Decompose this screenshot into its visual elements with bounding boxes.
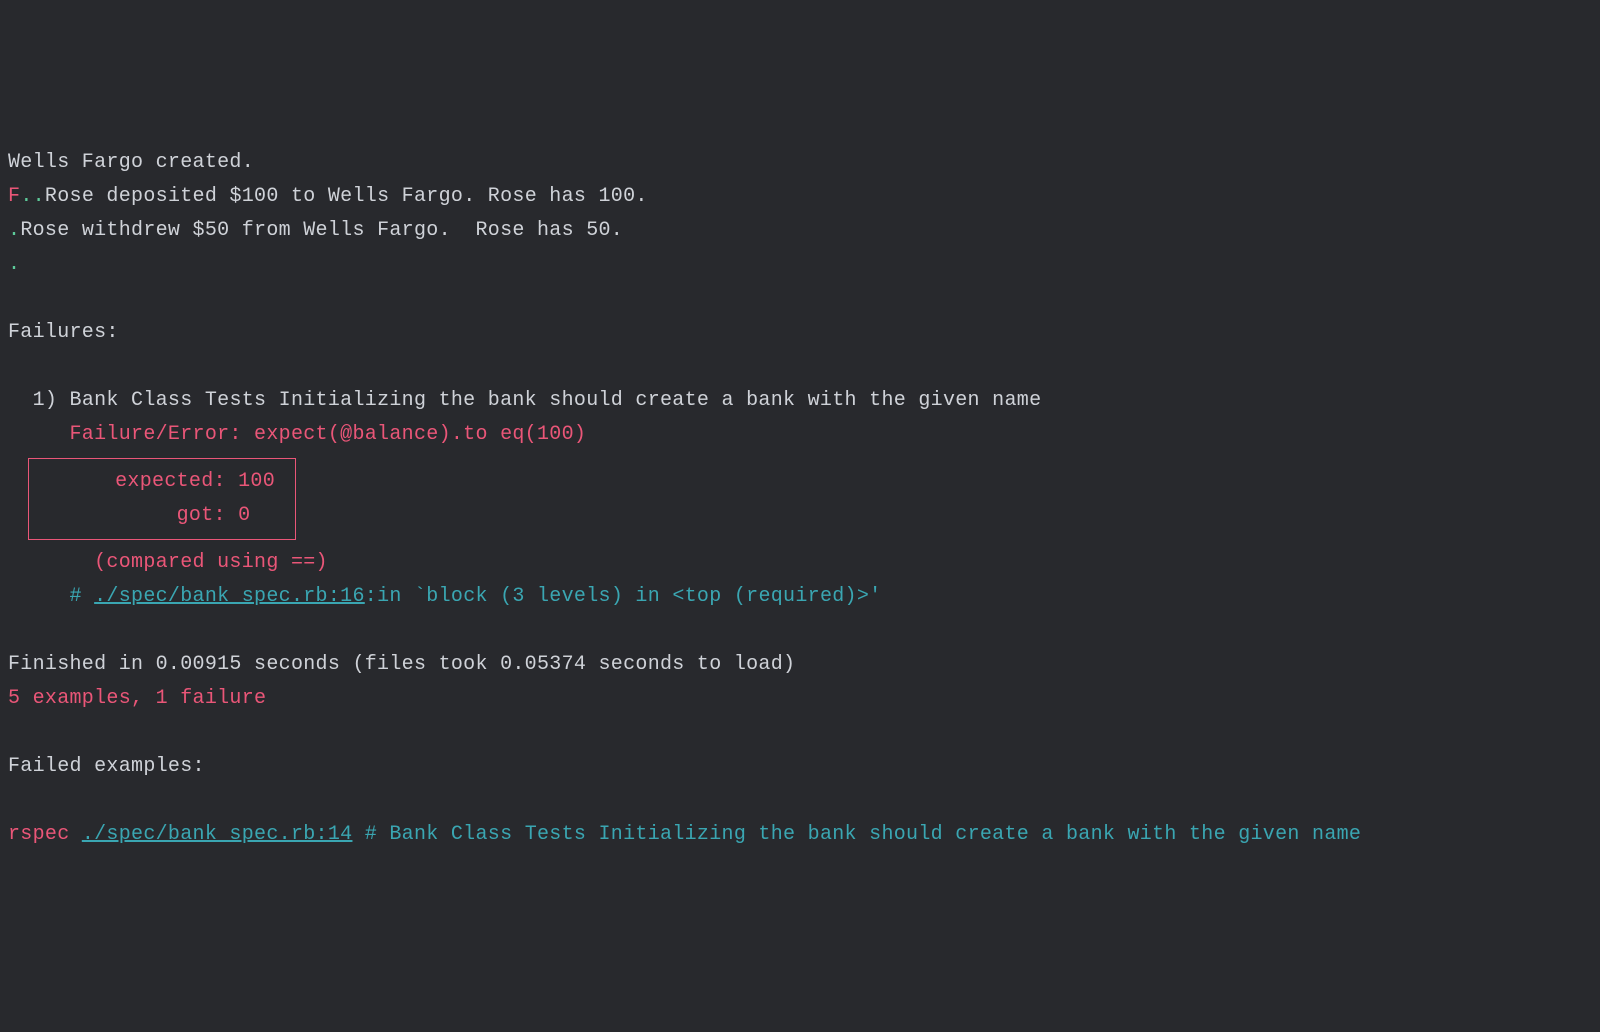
trace-file-link[interactable]: ./spec/bank_spec.rb:16 bbox=[94, 585, 365, 608]
output-created: Wells Fargo created. bbox=[8, 146, 1592, 180]
got-value: got: 0 bbox=[29, 499, 275, 533]
stack-trace: # ./spec/bank_spec.rb:16:in `block (3 le… bbox=[8, 580, 1592, 614]
compared-using: (compared using ==) bbox=[8, 546, 1592, 580]
expected-got-box: expected: 100 got: 0 bbox=[28, 458, 296, 540]
output-line-2: F..Rose deposited $100 to Wells Fargo. R… bbox=[8, 180, 1592, 214]
blank-line bbox=[8, 614, 1592, 648]
blank-line bbox=[8, 350, 1592, 384]
blank-line bbox=[8, 784, 1592, 818]
failure-description: 1) Bank Class Tests Initializing the ban… bbox=[8, 384, 1592, 418]
blank-line bbox=[8, 716, 1592, 750]
blank-line bbox=[8, 282, 1592, 316]
examples-count: 5 examples, 1 failure bbox=[8, 682, 1592, 716]
failed-example-link[interactable]: ./spec/bank_spec.rb:14 bbox=[82, 823, 353, 846]
failed-example-line: rspec ./spec/bank_spec.rb:14 # Bank Clas… bbox=[8, 818, 1592, 852]
output-line-3: .Rose withdrew $50 from Wells Fargo. Ros… bbox=[8, 214, 1592, 248]
expected-value: expected: 100 bbox=[29, 465, 275, 499]
output-line-4: . bbox=[8, 248, 1592, 282]
failures-header: Failures: bbox=[8, 316, 1592, 350]
failed-examples-header: Failed examples: bbox=[8, 750, 1592, 784]
failure-error-line: Failure/Error: expect(@balance).to eq(10… bbox=[8, 418, 1592, 452]
finished-summary: Finished in 0.00915 seconds (files took … bbox=[8, 648, 1592, 682]
